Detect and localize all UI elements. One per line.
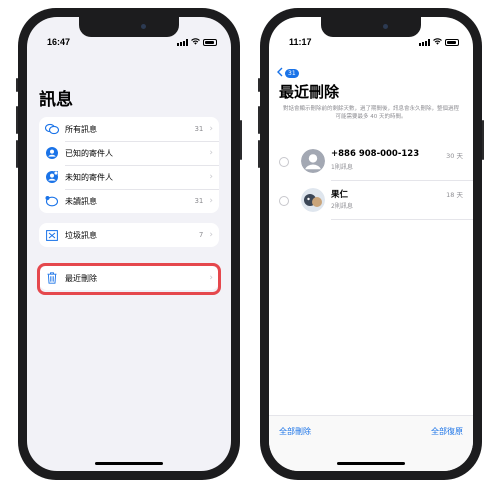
list-item[interactable]: 果仁 2則訊息 18 天 bbox=[269, 182, 473, 220]
status-icons bbox=[177, 38, 217, 46]
signal-icon bbox=[177, 38, 188, 46]
side-button bbox=[240, 120, 242, 160]
person-question-icon bbox=[45, 171, 59, 183]
volume-up-button bbox=[258, 106, 260, 134]
message-count: 1則訊息 bbox=[331, 164, 353, 171]
filter-count: 7 bbox=[198, 231, 204, 239]
battery-icon bbox=[203, 38, 217, 46]
page-title: 訊息 bbox=[39, 90, 73, 110]
unread-bubble-icon bbox=[45, 195, 59, 207]
mute-switch bbox=[258, 78, 260, 92]
home-indicator[interactable] bbox=[95, 462, 163, 465]
days-remaining: 30 天 bbox=[446, 152, 463, 160]
left-screen: 16:47 訊息 所有訊息 31 › 已知的寄件人 › 未知的寄件人 › 未讀訊… bbox=[27, 17, 231, 471]
select-radio[interactable] bbox=[279, 157, 289, 167]
avatar bbox=[301, 149, 325, 173]
filter-all-messages[interactable]: 所有訊息 31 › bbox=[39, 117, 219, 141]
status-time: 16:47 bbox=[47, 37, 71, 47]
wifi-icon bbox=[191, 38, 200, 46]
filter-count: 31 bbox=[194, 125, 204, 133]
notch bbox=[79, 17, 179, 37]
back-badge: 31 bbox=[285, 69, 299, 78]
avatar bbox=[301, 188, 325, 212]
filter-known-senders[interactable]: 已知的寄件人 › bbox=[39, 141, 219, 165]
volume-down-button bbox=[258, 140, 260, 168]
notch bbox=[321, 17, 421, 37]
select-radio[interactable] bbox=[279, 196, 289, 206]
page-title: 最近刪除 bbox=[279, 83, 340, 101]
delete-all-button[interactable]: 全部刪除 bbox=[279, 426, 311, 437]
chevron-left-icon bbox=[277, 67, 283, 80]
divider bbox=[331, 219, 473, 220]
side-button bbox=[482, 120, 484, 160]
highlight-box bbox=[37, 263, 221, 295]
volume-up-button bbox=[16, 106, 18, 134]
list-item[interactable]: +886 908-000-123 1則訊息 30 天 bbox=[269, 143, 473, 181]
camera-icon bbox=[383, 24, 388, 29]
filter-label: 未知的寄件人 bbox=[65, 172, 113, 182]
days-remaining: 18 天 bbox=[446, 191, 463, 199]
filter-count: 31 bbox=[194, 197, 204, 205]
home-indicator[interactable] bbox=[337, 462, 405, 465]
divider bbox=[331, 180, 473, 181]
filter-list: 所有訊息 31 › 已知的寄件人 › 未知的寄件人 › 未讀訊息 31 › bbox=[39, 117, 219, 213]
back-button[interactable]: 31 bbox=[277, 67, 299, 80]
contact-name: 果仁 bbox=[331, 190, 349, 200]
chevron-right-icon: › bbox=[209, 196, 213, 206]
wifi-icon bbox=[433, 38, 442, 46]
filter-unread-messages[interactable]: 未讀訊息 31 › bbox=[39, 189, 219, 213]
person-circle-icon bbox=[45, 147, 59, 159]
message-count: 2則訊息 bbox=[331, 203, 353, 210]
filter-label: 已知的寄件人 bbox=[65, 148, 113, 158]
battery-icon bbox=[445, 38, 459, 46]
filter-label: 未讀訊息 bbox=[65, 196, 97, 206]
mute-switch bbox=[16, 78, 18, 92]
camera-icon bbox=[141, 24, 146, 29]
description-text: 對話會顯示刪除前的剩餘天數，過了期間後，訊息會永久刪除，整個過程可能需要最多 4… bbox=[282, 106, 459, 120]
chevron-right-icon: › bbox=[209, 230, 213, 240]
filter-label: 所有訊息 bbox=[65, 124, 97, 134]
chevron-right-icon: › bbox=[209, 124, 213, 134]
junk-group: 垃圾訊息 7 › bbox=[39, 223, 219, 247]
status-icons bbox=[419, 38, 459, 46]
filter-junk-messages[interactable]: 垃圾訊息 7 › bbox=[39, 223, 219, 247]
chevron-right-icon: › bbox=[209, 148, 213, 158]
right-phone: 11:17 31 最近刪除 對話會顯示刪除前的剩餘天數，過了期間後，訊息會永久刪… bbox=[258, 8, 484, 480]
junk-bin-icon bbox=[45, 229, 59, 241]
contact-name: +886 908-000-123 bbox=[331, 149, 420, 159]
filter-label: 垃圾訊息 bbox=[65, 230, 97, 240]
chevron-right-icon: › bbox=[209, 172, 213, 182]
status-time: 11:17 bbox=[289, 37, 312, 47]
right-screen: 11:17 31 最近刪除 對話會顯示刪除前的剩餘天數，過了期間後，訊息會永久刪… bbox=[269, 17, 473, 471]
chat-bubbles-icon bbox=[45, 123, 59, 135]
volume-down-button bbox=[16, 140, 18, 168]
restore-all-button[interactable]: 全部復原 bbox=[431, 426, 463, 437]
left-phone: 16:47 訊息 所有訊息 31 › 已知的寄件人 › 未知的寄件人 › 未讀訊… bbox=[16, 8, 242, 480]
signal-icon bbox=[419, 38, 430, 46]
filter-unknown-senders[interactable]: 未知的寄件人 › bbox=[39, 165, 219, 189]
